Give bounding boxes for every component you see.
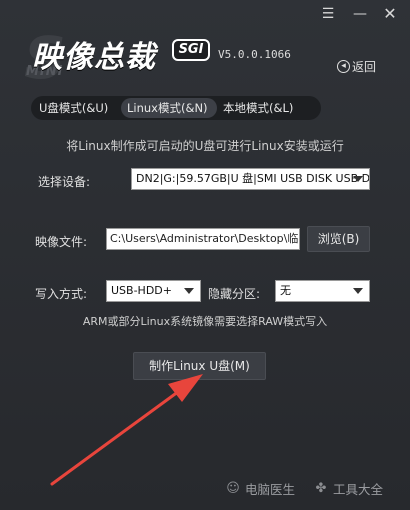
tab-u-disk-mode[interactable]: U盘模式(&U) [33,98,121,118]
chevron-down-icon [353,176,363,182]
tab-local-mode[interactable]: 本地模式(&L) [217,98,315,118]
toolbox-label: 工具大全 [333,482,384,497]
write-mode-label: 写入方式: [35,287,88,301]
write-mode-select[interactable]: USB-HDD+ [106,280,201,302]
make-linux-usb-button[interactable]: 制作Linux U盘(M) [133,352,266,380]
browse-button[interactable]: 浏览(B) [307,226,370,252]
app-window: ☰ — ✕ S MINI 映像总裁 SGI V5.0.0.1066 ◂ 返回 U… [0,0,410,510]
image-file-label: 映像文件: [35,235,88,249]
app-title: 映像总裁 [32,40,156,75]
menu-icon[interactable]: ☰ [320,6,336,22]
back-button[interactable]: ◂ 返回 [337,58,376,75]
description-text: 将Linux制作成可启动的U盘可进行Linux安装或运行 [66,139,344,153]
hidden-partition-select[interactable]: 无 [275,280,370,302]
chevron-down-icon [184,288,194,294]
app-logo: S MINI 映像总裁 SGI [24,24,214,92]
back-arrow-icon: ◂ [337,60,350,73]
chevron-down-icon [353,288,363,294]
computer-doctor-label: 电脑医生 [245,482,296,497]
device-select[interactable]: DN2|G:|59.57GB|U 盘|SMI USB DISK USB Devi… [131,168,370,190]
image-file-field[interactable]: C:\Users\Administrator\Desktop\临时图 [106,228,300,250]
version-label: V5.0.0.1066 [218,48,291,61]
write-mode-value: USB-HDD+ [111,284,172,297]
raw-mode-note: ARM或部分Linux系统镜像需要选择RAW模式写入 [82,315,328,328]
close-icon[interactable]: ✕ [382,6,398,22]
computer-doctor-link[interactable]: ☺ 电脑医生 [226,479,295,498]
toolbox-link[interactable]: ✤ 工具大全 [314,479,383,498]
device-select-value: DN2|G:|59.57GB|U 盘|SMI USB DISK USB Devi… [136,172,370,185]
mode-tabs: U盘模式(&U) Linux模式(&N) 本地模式(&L) [31,96,321,120]
doctor-icon: ☺ [226,480,240,496]
hidden-partition-label: 隐藏分区: [208,287,261,301]
device-label: 选择设备: [38,175,91,189]
back-label: 返回 [352,60,377,74]
logo-badge: SGI [172,39,210,61]
hidden-partition-value: 无 [280,284,291,297]
tab-linux-mode[interactable]: Linux模式(&N) [121,98,217,118]
minimize-icon[interactable]: — [352,6,368,22]
toolbox-icon: ✤ [315,480,327,496]
